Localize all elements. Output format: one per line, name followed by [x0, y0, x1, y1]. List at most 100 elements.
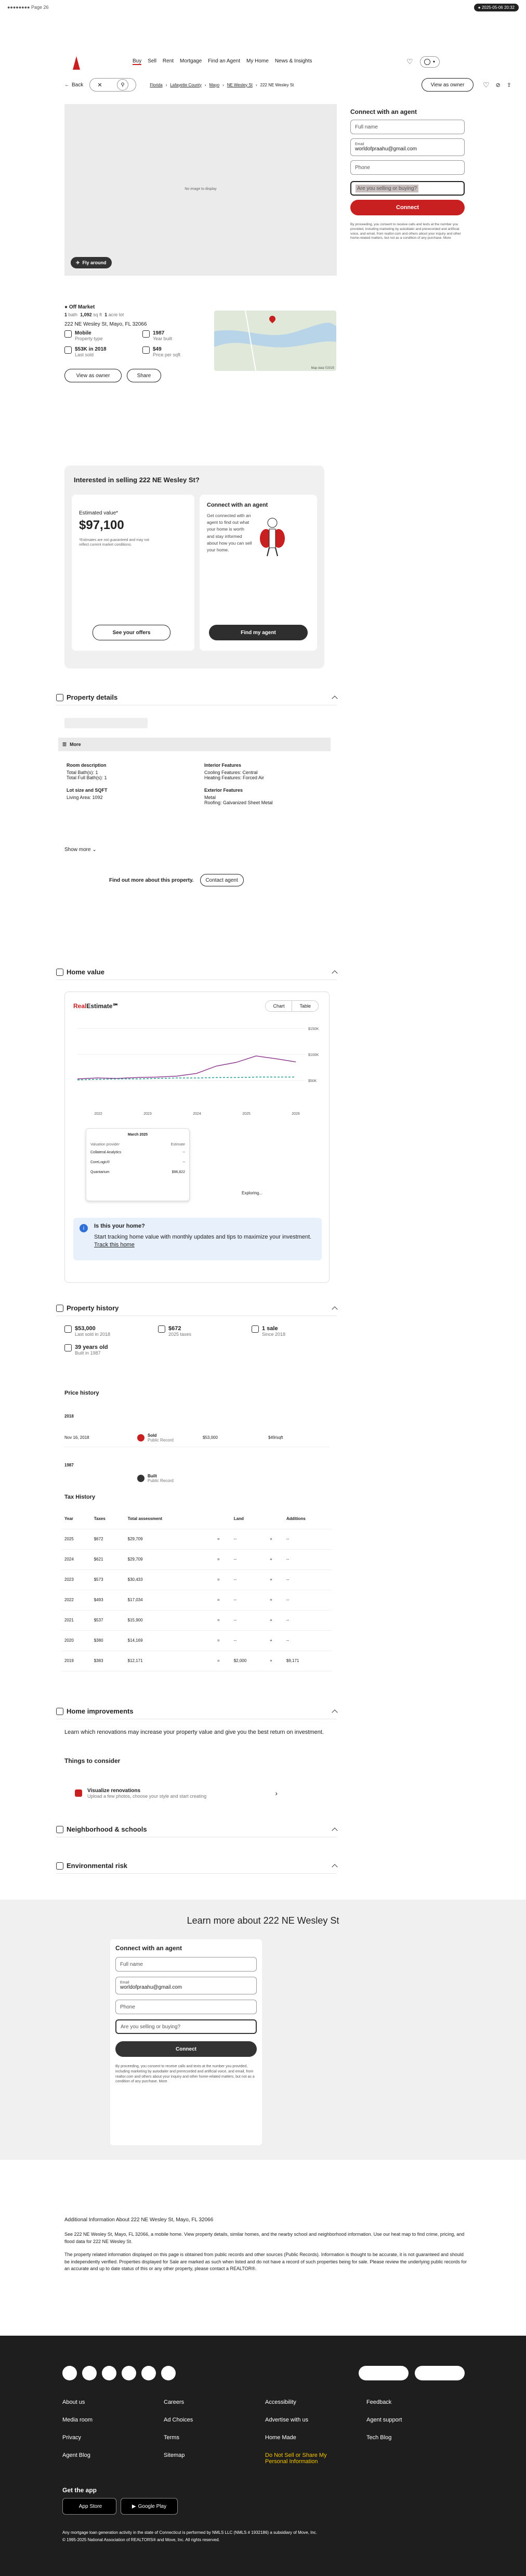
user-icon — [424, 59, 430, 65]
nav-sell[interactable]: Sell — [148, 58, 156, 65]
fly-around-button[interactable]: ✈ Fly around — [71, 257, 112, 268]
show-more-link[interactable]: Show more ⌄ — [64, 847, 97, 853]
buy-sell-select[interactable]: Are you selling or buying? — [115, 2019, 257, 2034]
footer-link[interactable]: Sitemap — [164, 2452, 265, 2465]
footer-link[interactable]: Home Made — [265, 2435, 366, 2441]
phone-field[interactable]: Phone — [115, 2000, 257, 2014]
language-select[interactable] — [415, 2366, 465, 2380]
exploring-label: Exploring... — [242, 1191, 263, 1195]
facebook-icon[interactable] — [62, 2366, 77, 2380]
view-as-owner-top-button[interactable]: View as owner — [422, 78, 474, 92]
account-menu[interactable]: ▼ — [420, 56, 440, 68]
property-details-header[interactable]: Property details — [56, 690, 338, 705]
section-title: Neighborhood & schools — [67, 1825, 147, 1833]
track-home-link[interactable]: Track this home — [94, 1242, 135, 1248]
footer-link[interactable]: Advertise with us — [265, 2417, 366, 2423]
fly-around-label: Fly around — [82, 260, 107, 265]
footer-link[interactable] — [366, 2452, 468, 2465]
footer-link[interactable]: Ad Choices — [164, 2417, 265, 2423]
value-chart[interactable]: $150K $100K $50K 2022 2023 2024 2025 2026 — [72, 1020, 322, 1145]
tiktok-icon[interactable] — [161, 2366, 176, 2380]
hammer-icon — [64, 1344, 72, 1351]
tax-cell: 2022 — [61, 1590, 91, 1611]
est-value: $97,100 — [79, 518, 124, 532]
pinterest-icon[interactable] — [122, 2366, 136, 2380]
email-label: Email — [120, 1981, 129, 1985]
contact-agent-button[interactable]: Contact agent — [200, 874, 244, 886]
footer-link[interactable]: Tech Blog — [366, 2435, 468, 2441]
chart-tab[interactable]: Chart — [266, 1001, 293, 1011]
collapse-icon — [332, 1827, 338, 1834]
crumb-state[interactable]: Florida — [150, 83, 162, 87]
buy-sell-select[interactable]: Are you selling or buying? — [350, 181, 465, 196]
photo-gallery[interactable]: No image to display ✈ Fly around — [64, 104, 337, 276]
more-tab[interactable]: ☰ More — [58, 738, 331, 751]
full-name-field[interactable]: Full name — [350, 120, 465, 134]
find-agent-button[interactable]: Find my agent — [209, 625, 308, 640]
arrow-left-icon: ← — [64, 82, 70, 88]
nav-mortgage[interactable]: Mortgage — [180, 58, 202, 65]
footer-link[interactable]: Accessibility — [265, 2399, 366, 2405]
search-box[interactable]: ✕ ⚲ — [89, 78, 137, 92]
search-icon[interactable]: ⚲ — [117, 79, 129, 91]
favorite-heart-icon[interactable]: ♡ — [483, 81, 490, 89]
back-button[interactable]: ← Back — [64, 82, 83, 88]
brand-real: Real — [73, 1002, 87, 1010]
email-field[interactable]: Email worldofpraahu@gmail.com — [350, 138, 465, 156]
footer-link[interactable]: Careers — [164, 2399, 265, 2405]
footer-link[interactable]: Agent Blog — [62, 2452, 164, 2465]
view-as-owner-button[interactable]: View as owner — [64, 369, 122, 382]
footer-link[interactable]: Agent support — [366, 2417, 468, 2423]
crumb-city[interactable]: Mayo — [209, 83, 220, 87]
x-icon[interactable] — [102, 2366, 116, 2380]
region-select[interactable] — [359, 2366, 409, 2380]
instagram-icon[interactable] — [82, 2366, 97, 2380]
nav-rent[interactable]: Rent — [163, 58, 174, 65]
share-icon[interactable]: ⇪ — [507, 82, 511, 88]
app-store-button[interactable]: App Store — [62, 2498, 116, 2515]
connect-button[interactable]: Connect — [115, 2041, 257, 2057]
chevron-right-icon: › — [275, 1789, 278, 1797]
property-history-header[interactable]: Property history — [56, 1300, 338, 1316]
hide-icon[interactable]: ⊘ — [496, 82, 501, 88]
nav-buy[interactable]: Buy — [133, 58, 142, 65]
youtube-icon[interactable] — [141, 2366, 156, 2380]
nav-news[interactable]: News & Insights — [275, 58, 312, 65]
bank-icon — [158, 1325, 165, 1333]
neighborhood-header[interactable]: Neighborhood & schools — [56, 1822, 338, 1837]
email-field[interactable]: Email worldofpraahu@gmail.com — [115, 1977, 257, 1994]
logo-icon[interactable] — [73, 56, 80, 70]
heart-icon[interactable]: ♡ — [406, 57, 413, 66]
footer-link[interactable]: About us — [62, 2399, 164, 2405]
full-name-field[interactable]: Full name — [115, 1957, 257, 1972]
environmental-risk-header[interactable]: Environmental risk — [56, 1858, 338, 1874]
map-thumbnail[interactable]: Map data ©2025 — [214, 311, 336, 371]
nav-my-home[interactable]: My Home — [246, 58, 269, 65]
close-icon[interactable]: ✕ — [97, 82, 102, 88]
google-play-button[interactable]: ▶ Google Play — [121, 2498, 178, 2515]
tax-cell: 2023 — [61, 1569, 91, 1590]
phone-field[interactable]: Phone — [350, 160, 465, 175]
crumb-current: 222 NE Wesley St — [260, 82, 294, 87]
home-improvements-header[interactable]: Home improvements — [56, 1704, 338, 1719]
footer-link[interactable]: Privacy — [62, 2435, 164, 2441]
visualize-renovations-link[interactable]: Visualize renovations Upload a few photos… — [75, 1781, 278, 1805]
browser-strip: ●●●●●●●● Page 26 ● 2025-05-06 20:32 — [7, 2, 519, 12]
chart-table-toggle: Chart Table — [265, 1000, 319, 1012]
year-1987: 1987 — [64, 1463, 74, 1467]
collapse-icon — [332, 970, 338, 976]
crumb-county[interactable]: Lafayette County — [170, 83, 201, 87]
connect-button[interactable]: Connect — [350, 200, 465, 215]
footer-link[interactable]: Terms — [164, 2435, 265, 2441]
home-value-header[interactable]: Home value — [56, 964, 338, 980]
do-not-sell-link[interactable]: Do Not Sell or Share My Personal Informa… — [265, 2452, 327, 2465]
crumb-street[interactable]: NE Wesley St — [227, 83, 253, 87]
copyright: Any mortgage loan generation activity in… — [62, 2529, 468, 2544]
nav-find-agent[interactable]: Find an Agent — [208, 58, 240, 65]
table-tab[interactable]: Table — [292, 1001, 318, 1011]
row-source: Public Record — [148, 1478, 174, 1483]
footer-link[interactable]: Feedback — [366, 2399, 468, 2405]
share-button[interactable]: Share — [127, 369, 161, 382]
see-offers-button[interactable]: See your offers — [93, 625, 170, 640]
footer-link[interactable]: Media room — [62, 2417, 164, 2423]
